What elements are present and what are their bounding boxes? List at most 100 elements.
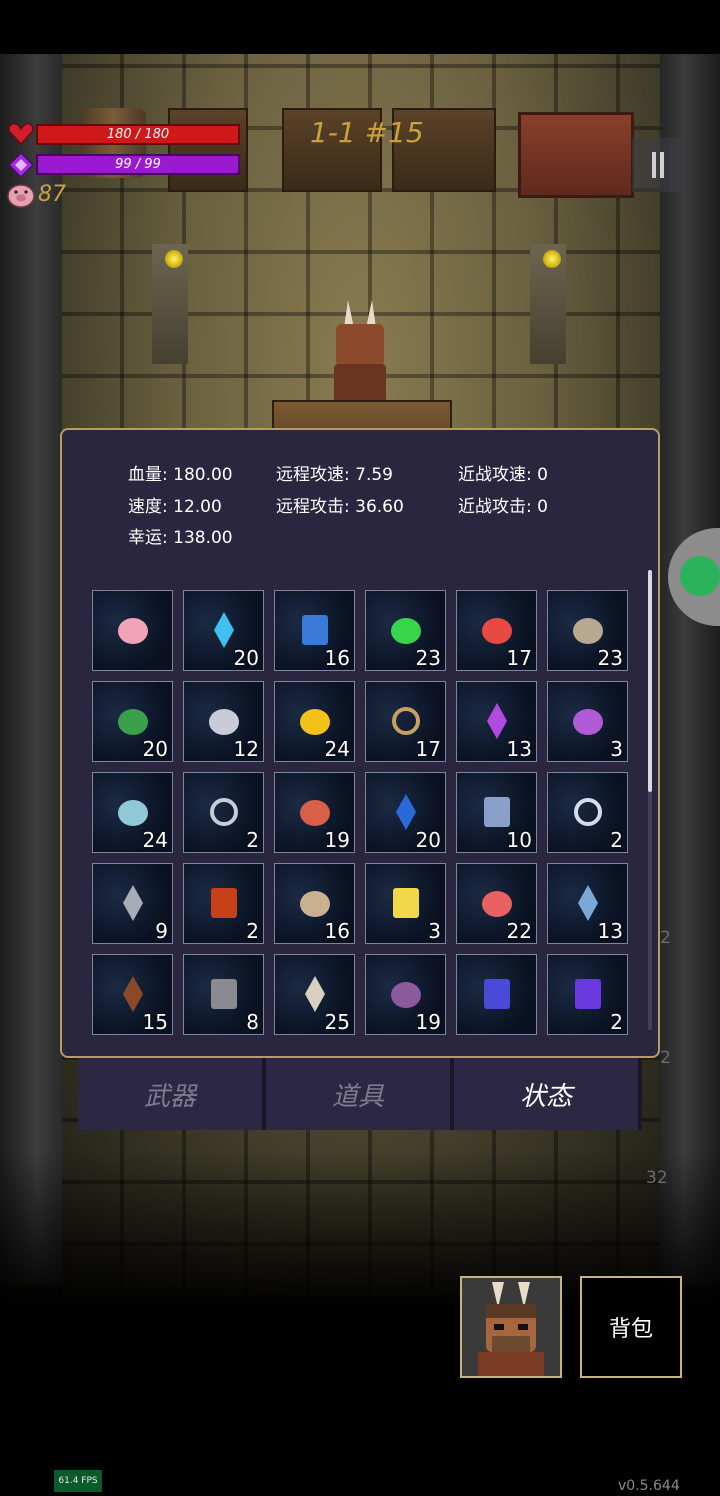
inventory-slot[interactable]: 2 bbox=[183, 772, 264, 853]
flame-icon bbox=[165, 250, 183, 268]
inventory-slot[interactable]: 20 bbox=[365, 772, 446, 853]
purple-wand-icon bbox=[487, 703, 507, 739]
four-leaf-clover-icon bbox=[118, 709, 148, 735]
stat-melee-attack: 近战攻击: 0 bbox=[458, 492, 548, 517]
piggy-bank-icon bbox=[118, 618, 148, 644]
inventory-slot[interactable]: 20 bbox=[183, 590, 264, 671]
tab-items[interactable]: 道具 bbox=[266, 1058, 454, 1130]
tab-weapons[interactable]: 武器 bbox=[78, 1058, 266, 1130]
inventory-slot[interactable]: 13 bbox=[547, 863, 628, 944]
backpack-button[interactable]: 背包 bbox=[580, 1276, 682, 1378]
health-bar: 180 / 180 bbox=[36, 124, 240, 145]
left-wall bbox=[0, 54, 62, 1284]
horn-icon bbox=[305, 976, 325, 1012]
inventory-scroll-area[interactable]: 20 16 23 17 23 20 12 24 17 13 3 24 2 19 20 10 2 9 2 16 3 22 13… bbox=[92, 590, 632, 1046]
inventory-slot[interactable]: 19 bbox=[274, 772, 355, 853]
chat-icon bbox=[680, 556, 720, 596]
pause-icon bbox=[660, 152, 664, 178]
item-count: 13 bbox=[506, 737, 532, 761]
pause-icon bbox=[652, 152, 656, 178]
treasure-chest[interactable] bbox=[518, 112, 634, 198]
inventory-slot[interactable]: 9 bbox=[92, 863, 173, 944]
rune-book-icon bbox=[484, 979, 510, 1009]
stat-value: 7.59 bbox=[355, 465, 393, 485]
inventory-slot[interactable]: 16 bbox=[274, 863, 355, 944]
inventory-slot[interactable]: 19 bbox=[365, 954, 446, 1035]
item-count: 17 bbox=[506, 646, 532, 670]
character-face-icon bbox=[462, 1278, 560, 1376]
inventory-slot[interactable]: 22 bbox=[456, 863, 537, 944]
character-portrait[interactable] bbox=[460, 1276, 562, 1378]
inventory-slot[interactable]: 2 bbox=[547, 772, 628, 853]
status-panel: 血量: 180.00 远程攻速: 7.59 近战攻速: 0 速度: 12.00 … bbox=[60, 428, 660, 1058]
item-count: 19 bbox=[415, 1010, 441, 1034]
item-count: 16 bbox=[324, 919, 350, 943]
pause-button[interactable] bbox=[632, 138, 684, 192]
coin-count: 87 bbox=[38, 182, 66, 207]
item-count: 2 bbox=[246, 919, 259, 943]
stat-value: 0 bbox=[537, 497, 548, 517]
item-count: 23 bbox=[415, 646, 441, 670]
right-wall bbox=[660, 54, 720, 1284]
inventory-slot[interactable]: 23 bbox=[365, 590, 446, 671]
inventory-slot[interactable]: 17 bbox=[365, 681, 446, 762]
inventory-slot[interactable]: 24 bbox=[92, 772, 173, 853]
tab-status[interactable]: 状态 bbox=[454, 1058, 642, 1130]
health-text: 180 / 180 bbox=[106, 127, 170, 142]
version-label: v0.5.644 bbox=[618, 1478, 680, 1494]
stat-value: 138.00 bbox=[173, 528, 233, 548]
item-count: 13 bbox=[597, 919, 623, 943]
inventory-slot[interactable] bbox=[456, 954, 537, 1035]
heart-icon bbox=[8, 122, 34, 146]
item-count: 2 bbox=[610, 1010, 623, 1034]
status-bar bbox=[0, 0, 720, 54]
inventory-scrollbar[interactable] bbox=[648, 570, 652, 1030]
item-count: 16 bbox=[324, 646, 350, 670]
item-count: 20 bbox=[142, 737, 168, 761]
item-count: 25 bbox=[324, 1010, 350, 1034]
hooded-figure-icon bbox=[123, 885, 143, 921]
inventory-slot[interactable]: 13 bbox=[456, 681, 537, 762]
blue-spellbook-icon bbox=[302, 615, 328, 645]
pig-coin-icon bbox=[7, 184, 35, 208]
inventory-slot[interactable]: 12 bbox=[183, 681, 264, 762]
stat-label: 远程攻速: bbox=[276, 465, 350, 485]
tombstone-icon bbox=[211, 979, 237, 1009]
scrollbar-thumb[interactable] bbox=[648, 570, 652, 792]
stat-label: 近战攻速: bbox=[458, 465, 532, 485]
inventory-slot[interactable]: 20 bbox=[92, 681, 173, 762]
inventory-slot[interactable]: 25 bbox=[274, 954, 355, 1035]
inventory-slot[interactable]: 3 bbox=[547, 681, 628, 762]
healing-ring-icon bbox=[574, 798, 602, 826]
gold-orb-icon bbox=[300, 709, 330, 735]
stat-speed: 速度: 12.00 bbox=[128, 492, 222, 517]
inventory-grid: 20 16 23 17 23 20 12 24 17 13 3 24 2 19 20 10 2 9 2 16 3 22 13… bbox=[92, 590, 628, 1035]
mana-crystal-icon bbox=[8, 152, 34, 178]
inventory-slot[interactable]: 17 bbox=[456, 590, 537, 671]
inventory-slot[interactable]: 16 bbox=[274, 590, 355, 671]
stat-label: 远程攻击: bbox=[276, 497, 350, 517]
stat-ranged-attack: 远程攻击: 36.60 bbox=[276, 492, 404, 517]
blue-hammer-icon bbox=[578, 885, 598, 921]
red-tome-icon bbox=[211, 888, 237, 918]
item-count: 12 bbox=[233, 737, 259, 761]
inventory-slot[interactable]: 24 bbox=[274, 681, 355, 762]
horseshoe-icon bbox=[392, 707, 420, 735]
inventory-slot[interactable]: 8 bbox=[183, 954, 264, 1035]
item-count: 2 bbox=[610, 828, 623, 852]
blue-crystal-icon bbox=[214, 612, 234, 648]
inventory-slot[interactable]: 23 bbox=[547, 590, 628, 671]
inventory-slot[interactable] bbox=[92, 590, 173, 671]
stat-value: 180.00 bbox=[173, 465, 233, 485]
flame-icon bbox=[543, 250, 561, 268]
stat-label: 近战攻击: bbox=[458, 497, 532, 517]
inventory-slot[interactable]: 15 bbox=[92, 954, 173, 1035]
item-count: 23 bbox=[597, 646, 623, 670]
inventory-slot[interactable]: 10 bbox=[456, 772, 537, 853]
inventory-slot[interactable]: 2 bbox=[547, 954, 628, 1035]
level-indicator: 1-1 #15 bbox=[310, 116, 424, 149]
inventory-slot[interactable]: 2 bbox=[183, 863, 264, 944]
background-number: 2 bbox=[660, 1048, 671, 1068]
inventory-slot[interactable]: 3 bbox=[365, 863, 446, 944]
egg-icon bbox=[300, 891, 330, 917]
